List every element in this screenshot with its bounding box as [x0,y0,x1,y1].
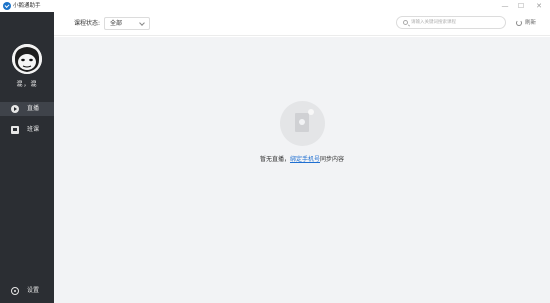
chevron-down-icon [139,20,145,26]
search-icon [403,20,408,25]
sidebar-item-label: 设置 [27,287,40,294]
document-icon [295,113,309,132]
sidebar-item-label: 班课 [27,126,40,133]
course-status-select[interactable]: 全部 [104,17,150,30]
main-content: 暂无直播，绑定手机号同步内容 [54,37,550,303]
bind-phone-link[interactable]: 绑定手机号 [290,156,320,163]
maximize-button[interactable]: ☐ [516,1,526,11]
search-box[interactable] [396,16,506,29]
avatar-face-icon [12,44,42,74]
empty-state-text-suffix: 同步内容 [320,156,345,163]
refresh-label: 刷新 [525,20,537,26]
course-status-value: 全部 [110,20,123,27]
badge-dot-icon [308,109,314,115]
gear-icon [11,287,19,295]
username: 混，混 [16,81,38,88]
search-input[interactable] [411,18,503,27]
avatar[interactable] [12,44,42,74]
sidebar: 混，混 直播 班课 设置 [0,12,54,303]
minimize-button[interactable]: — [500,1,510,11]
app-title: 小鹅通助手 [13,3,41,9]
play-circle-icon [11,105,19,113]
empty-state-illustration [280,101,325,146]
toolbar: 课程状态: 全部 刷新 [54,12,550,36]
refresh-icon [516,20,522,26]
class-icon [11,126,19,134]
empty-state-text: 暂无直播， [259,156,290,163]
sidebar-item-settings[interactable]: 设置 [0,284,54,298]
sidebar-item-class[interactable]: 班课 [0,123,54,137]
sidebar-item-label: 直播 [27,105,40,112]
app-logo-icon [3,2,11,10]
sidebar-item-live[interactable]: 直播 [0,102,54,116]
empty-state-message: 暂无直播，绑定手机号同步内容 [54,154,550,163]
close-button[interactable]: ✕ [534,1,544,11]
course-status-label: 课程状态: [74,20,101,27]
title-bar: 小鹅通助手 — ☐ ✕ [0,0,550,12]
